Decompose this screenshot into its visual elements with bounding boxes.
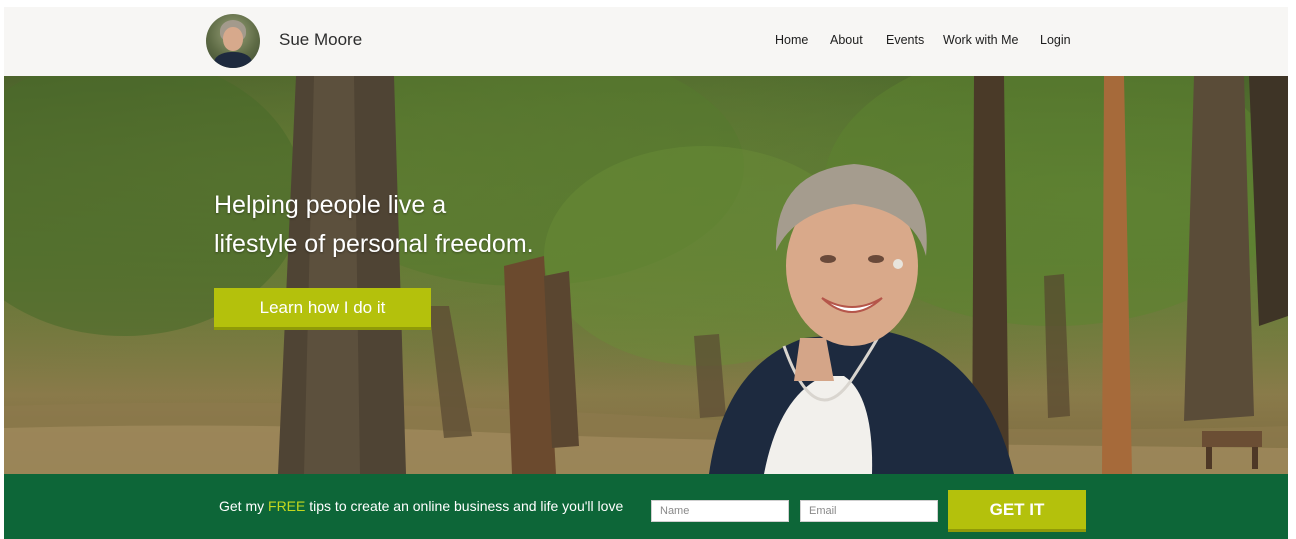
optin-text-after: tips to create an online business and li…: [305, 498, 624, 514]
nav-item-login[interactable]: Login: [1040, 33, 1071, 47]
get-it-button[interactable]: GET IT: [948, 490, 1086, 532]
name-input[interactable]: Name: [651, 500, 789, 522]
optin-message: Get my FREE tips to create an online bus…: [219, 498, 623, 514]
page: Sue Moore Home About Events Work with Me…: [4, 7, 1288, 539]
hero-headline-line-1: Helping people live a: [214, 191, 447, 219]
hero-section: Helping people live a lifestyle of perso…: [4, 76, 1288, 474]
optin-bar: Get my FREE tips to create an online bus…: [4, 474, 1288, 539]
learn-how-button[interactable]: Learn how I do it: [214, 288, 431, 330]
email-input[interactable]: Email: [800, 500, 938, 522]
nav-item-work-with-me[interactable]: Work with Me: [943, 33, 1018, 47]
site-brand-name[interactable]: Sue Moore: [279, 30, 362, 50]
optin-text-before: Get my: [219, 498, 269, 514]
nav-item-about[interactable]: About: [830, 33, 863, 47]
avatar-body: [214, 52, 252, 68]
avatar-face: [223, 27, 243, 51]
avatar[interactable]: [206, 14, 260, 68]
site-header: Sue Moore Home About Events Work with Me…: [4, 7, 1288, 76]
hero-headline-line-2: lifestyle of personal freedom.: [214, 230, 534, 258]
nav-item-home[interactable]: Home: [775, 33, 808, 47]
hero-background-illustration: [4, 76, 1288, 474]
optin-free-highlight: FREE: [268, 498, 306, 514]
nav-item-events[interactable]: Events: [886, 33, 924, 47]
hero-headline: Helping people live a lifestyle of perso…: [214, 186, 634, 264]
